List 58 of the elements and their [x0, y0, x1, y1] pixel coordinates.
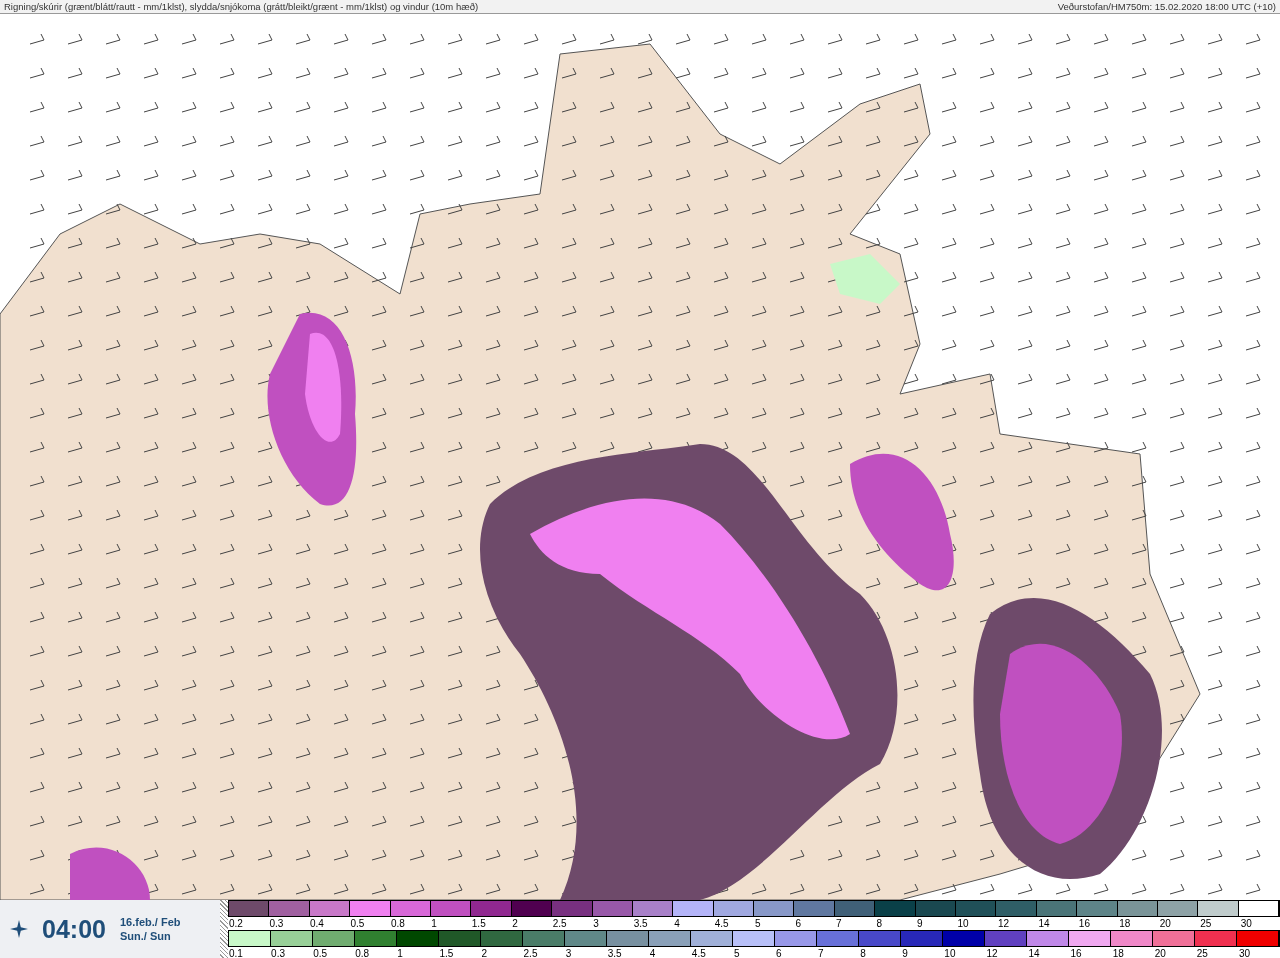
legend-value: 20 — [1159, 918, 1171, 929]
legend-value: 9 — [916, 918, 923, 929]
legend-value: 1.5 — [471, 918, 486, 929]
legend-value: 14 — [1028, 948, 1040, 958]
legend-value: 14 — [1038, 918, 1050, 929]
legend-value: 16 — [1070, 948, 1082, 958]
hatch-pattern-strip — [220, 900, 228, 958]
forecast-day: Sun./ Sun — [119, 930, 181, 942]
legend-value: 2 — [512, 918, 518, 929]
legend-value: 2.5 — [552, 918, 567, 929]
forecast-date: 16.feb./ Feb — [119, 916, 181, 928]
legend-value: 9 — [902, 948, 908, 958]
legend-value: 6 — [795, 918, 802, 929]
legend-value: 8 — [876, 918, 883, 929]
legend-value: 4 — [649, 948, 656, 958]
legend-value: 0.8 — [355, 948, 370, 958]
legend-value: 5 — [755, 918, 761, 929]
legend-value: 20 — [1154, 948, 1166, 958]
legend-value: 5 — [733, 948, 740, 958]
map-title: Rigning/skúrir (grænt/blátt/rautt - mm/1klst), slydda/snjókoma (grátt/bleikt/grænt - mm/1klst) og vindur (10m hæð) — [4, 0, 479, 13]
legend-value: 3.5 — [607, 948, 622, 958]
compass-star-icon — [10, 920, 28, 938]
legend-value: 16 — [1078, 918, 1090, 929]
legend-value: 0.5 — [313, 948, 328, 958]
legend-value: 30 — [1238, 948, 1250, 958]
legend-value: 12 — [986, 948, 998, 958]
legend-value: 1 — [397, 948, 403, 958]
legend-value: 18 — [1119, 918, 1131, 929]
legend-value: 7 — [836, 918, 842, 929]
legend-value: 1.5 — [439, 948, 454, 958]
legend-value: 6 — [776, 948, 782, 958]
legend-value: 4.5 — [714, 918, 729, 929]
legend-value: 0.8 — [390, 918, 405, 929]
legend-value: 4.5 — [691, 948, 706, 958]
legend-value: 7 — [818, 948, 824, 958]
legend-value: 0.4 — [309, 918, 324, 929]
legend-value: 10 — [944, 948, 956, 958]
legend-value: 4 — [674, 918, 680, 929]
legend-value: 2.5 — [523, 948, 538, 958]
legend-value: 0.5 — [350, 918, 365, 929]
legend-value: 25 — [1200, 918, 1212, 929]
legend-value: 0.3 — [269, 918, 284, 929]
legend-value: 3.5 — [633, 918, 648, 929]
legend-value: 3 — [593, 918, 599, 929]
legend-value: 0.2 — [229, 918, 243, 929]
legend-value: 30 — [1240, 918, 1252, 929]
legend-value: 0.1 — [229, 948, 243, 958]
legend-value: 3 — [565, 948, 572, 958]
legend-value: 0.3 — [271, 948, 285, 958]
legend-value: 2 — [481, 948, 488, 958]
legend-value: 12 — [997, 918, 1010, 929]
legend-value: 10 — [957, 918, 969, 929]
legend-value: 8 — [860, 948, 866, 958]
legend-value: 18 — [1112, 948, 1124, 958]
legend-value: 25 — [1196, 948, 1208, 958]
forecast-time: 04:00 — [42, 914, 106, 944]
legend-value: 1 — [431, 918, 437, 929]
model-run-info: Veðurstofan/HM750m: 15.02.2020 18:00 UTC (+10) — [1057, 0, 1276, 13]
